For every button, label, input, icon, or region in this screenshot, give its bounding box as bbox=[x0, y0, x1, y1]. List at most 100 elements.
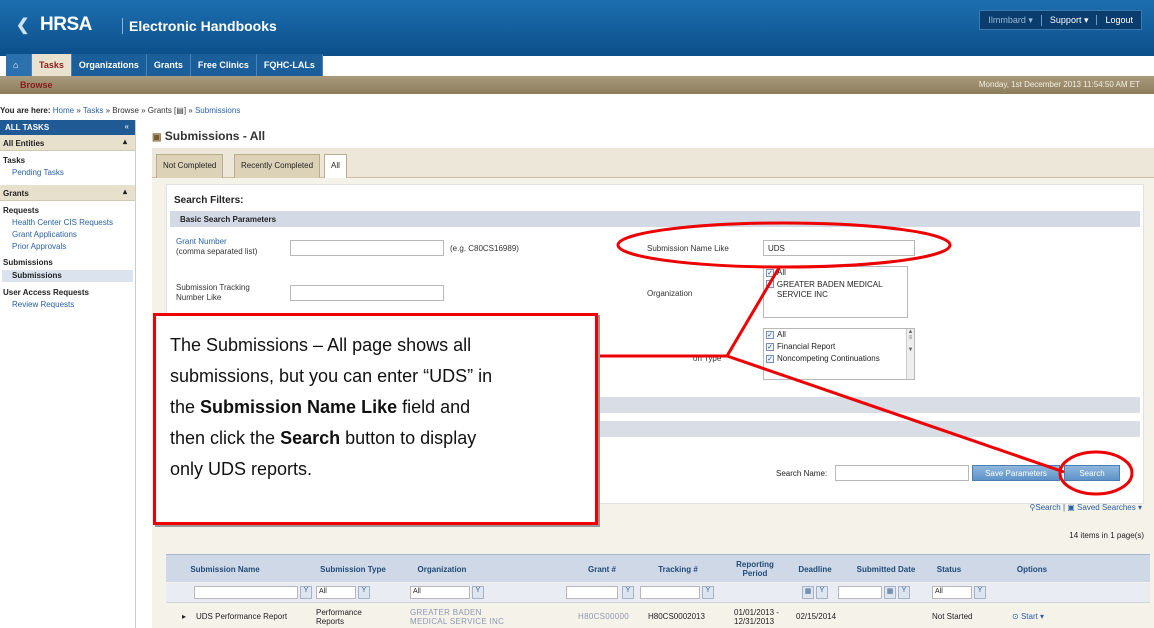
breadcrumb-submissions[interactable]: Submissions bbox=[195, 106, 240, 115]
logout-link[interactable]: Logout bbox=[1096, 15, 1141, 25]
tab-not-completed[interactable]: Not Completed bbox=[156, 154, 224, 178]
col-submission-name[interactable]: Submission Name bbox=[180, 555, 270, 583]
checkbox-icon[interactable]: ✓ bbox=[766, 343, 774, 351]
filter-icon[interactable]: Y bbox=[702, 586, 714, 599]
col-submitted-date[interactable]: Submitted Date bbox=[848, 555, 924, 583]
col-status[interactable]: Status bbox=[932, 555, 966, 583]
filter-tracking-input[interactable] bbox=[640, 586, 700, 599]
checkbox-icon[interactable]: ✓ bbox=[766, 280, 774, 288]
user-menu[interactable]: Ilmmbard ▾ bbox=[980, 15, 1041, 26]
checkbox-icon[interactable]: ✓ bbox=[766, 269, 774, 277]
filter-type-select[interactable]: All bbox=[316, 586, 356, 599]
breadcrumb-home[interactable]: Home bbox=[53, 106, 74, 115]
start-action[interactable]: ⊙ Start ▾ bbox=[1012, 612, 1044, 621]
breadcrumb: You are here: Home » Tasks » Browse » Gr… bbox=[0, 106, 241, 115]
filter-submitted-input[interactable] bbox=[838, 586, 882, 599]
org-option-greater-baden[interactable]: ✓ GREATER BADEN MEDICAL SERVICE INC bbox=[764, 279, 907, 301]
filter-icon[interactable]: Y bbox=[898, 586, 910, 599]
tab-all[interactable]: All bbox=[324, 154, 347, 179]
tracking-number-input[interactable] bbox=[290, 285, 444, 301]
sidebar-group-requests: Requests bbox=[3, 206, 40, 215]
save-icon[interactable]: ▣ bbox=[1067, 503, 1075, 512]
calendar-icon[interactable]: ▦ bbox=[884, 586, 896, 599]
organization-label: Organization bbox=[647, 289, 693, 298]
cell-grant-number: H80CS00000 bbox=[578, 612, 630, 621]
col-organization[interactable]: Organization bbox=[410, 555, 474, 583]
search-filters-title: Search Filters: bbox=[174, 195, 244, 206]
org-option-all[interactable]: ✓ All bbox=[764, 267, 907, 279]
tab-grants[interactable]: Grants bbox=[146, 54, 191, 76]
organization-listbox[interactable]: ✓ All ✓ GREATER BADEN MEDICAL SERVICE INC bbox=[763, 266, 908, 318]
sidebar-group-submissions: Submissions bbox=[3, 258, 53, 267]
tab-organizations[interactable]: Organizations bbox=[71, 54, 147, 76]
sidebar-item-submissions[interactable]: Submissions bbox=[2, 270, 133, 282]
tab-tasks[interactable]: Tasks bbox=[32, 54, 72, 76]
sidebar-item-review-requests[interactable]: Review Requests bbox=[0, 299, 135, 311]
submissions-icon: ▣ bbox=[152, 132, 162, 143]
expand-row-icon[interactable]: ▸ bbox=[182, 612, 186, 621]
filter-status-select[interactable]: All bbox=[932, 586, 972, 599]
submission-tabs: Not Completed Recently Completed All bbox=[152, 148, 1154, 179]
calendar-icon[interactable]: ▦ bbox=[802, 586, 814, 599]
col-deadline[interactable]: Deadline bbox=[792, 555, 838, 583]
tab-fqhc-lals[interactable]: FQHC-LALs bbox=[256, 54, 323, 76]
col-submission-type[interactable]: Submission Type bbox=[316, 555, 390, 583]
breadcrumb-tasks[interactable]: Tasks bbox=[83, 106, 103, 115]
grant-number-input[interactable] bbox=[290, 240, 444, 256]
cell-submission-type: Performance Reports bbox=[316, 608, 362, 626]
filter-name-input[interactable] bbox=[194, 586, 298, 599]
type-option-financial[interactable]: ✓ Financial Report bbox=[764, 341, 914, 353]
tab-recently-completed[interactable]: Recently Completed bbox=[234, 154, 321, 178]
subnav-browse[interactable]: Browse bbox=[20, 80, 53, 90]
checkbox-icon[interactable]: ✓ bbox=[766, 331, 774, 339]
save-parameters-button[interactable]: Save Parameters bbox=[972, 465, 1060, 481]
cell-reporting-period: 01/01/2013 - 12/31/2013 bbox=[734, 608, 779, 626]
submission-name-input[interactable]: UDS bbox=[763, 240, 915, 256]
filter-org-select[interactable]: All bbox=[410, 586, 470, 599]
filter-grant-input[interactable] bbox=[566, 586, 618, 599]
sub-nav-bar: Browse Monday, 1st December 2013 11:54:5… bbox=[0, 76, 1154, 94]
col-grant-number[interactable]: Grant # bbox=[582, 555, 622, 583]
sidebar-item-grant-applications[interactable]: Grant Applications bbox=[0, 229, 135, 241]
sidebar-all-entities[interactable]: All Entities ▴ bbox=[0, 135, 135, 151]
filter-icon[interactable]: Y bbox=[300, 586, 312, 599]
sidebar-grants[interactable]: Grants ▴ bbox=[0, 185, 135, 201]
app-title: Electronic Handbooks bbox=[122, 18, 277, 34]
search-tools: ⚲Search | ▣ Saved Searches ▾ bbox=[1029, 503, 1143, 512]
col-options: Options bbox=[1016, 564, 1048, 574]
filter-icon[interactable]: Y bbox=[358, 586, 370, 599]
calendar-icon[interactable]: ▤ bbox=[176, 106, 184, 115]
collapse-icon[interactable]: « bbox=[125, 122, 129, 131]
search-tool-link[interactable]: Search bbox=[1035, 503, 1060, 512]
filter-icon[interactable]: Y bbox=[472, 586, 484, 599]
sidebar-header: ALL TASKS « bbox=[0, 120, 135, 135]
sidebar: ALL TASKS « All Entities ▴ Tasks Pending T… bbox=[0, 120, 136, 628]
filter-icon[interactable]: Y bbox=[622, 586, 634, 599]
submission-type-listbox[interactable]: ✓ All ✓ Financial Report ✓ Noncompeting Con… bbox=[763, 328, 915, 380]
instruction-callout: The Submissions – All page shows all sub… bbox=[153, 313, 598, 525]
cell-deadline: 02/15/2014 bbox=[796, 612, 837, 621]
col-tracking-number[interactable]: Tracking # bbox=[650, 555, 706, 583]
support-menu[interactable]: Support ▾ bbox=[1040, 14, 1097, 26]
col-reporting-period[interactable]: Reporting Period bbox=[730, 555, 780, 583]
tab-free-clinics[interactable]: Free Clinics bbox=[190, 54, 257, 76]
listbox-scrollbar[interactable]: ▲ ≡ ▼ bbox=[906, 329, 914, 379]
checkbox-icon[interactable]: ✓ bbox=[766, 355, 774, 363]
sidebar-item-pending-tasks[interactable]: Pending Tasks bbox=[0, 167, 135, 179]
hrsa-logo[interactable]: ❮ HRSA bbox=[16, 14, 92, 36]
sidebar-item-hc-cis[interactable]: Health Center CIS Requests bbox=[0, 217, 135, 229]
search-button[interactable]: Search bbox=[1064, 465, 1120, 481]
filter-icon[interactable]: Y bbox=[816, 586, 828, 599]
home-icon[interactable]: ⌂ bbox=[6, 54, 32, 76]
type-option-all[interactable]: ✓ All bbox=[764, 329, 914, 341]
sidebar-item-prior-approvals[interactable]: Prior Approvals bbox=[0, 241, 135, 253]
filter-icon[interactable]: Y bbox=[974, 586, 986, 599]
caret-up-icon: ▴ bbox=[122, 137, 127, 146]
basic-search-header: Basic Search Parameters bbox=[170, 211, 1140, 227]
type-option-noncompeting[interactable]: ✓ Noncompeting Continuations bbox=[764, 353, 914, 365]
search-name-input[interactable] bbox=[835, 465, 969, 481]
cell-submission-name: UDS Performance Report bbox=[196, 612, 288, 621]
grant-number-label[interactable]: Grant Number bbox=[176, 237, 227, 247]
saved-searches-link[interactable]: Saved Searches ▾ bbox=[1077, 503, 1142, 512]
app-header: ❮ HRSA Electronic Handbooks Ilmmbard ▾ Su… bbox=[0, 0, 1154, 56]
